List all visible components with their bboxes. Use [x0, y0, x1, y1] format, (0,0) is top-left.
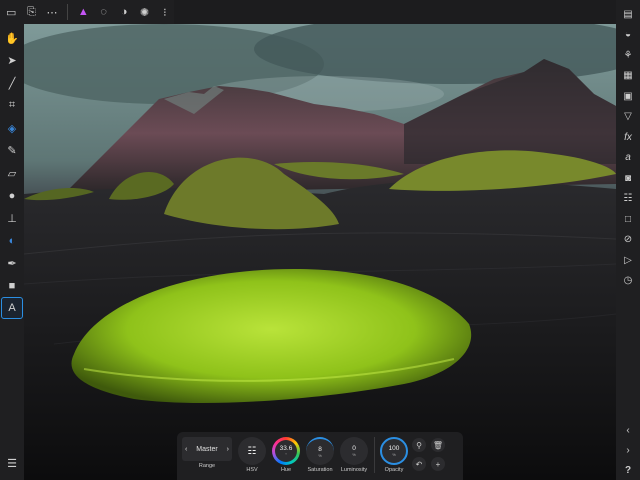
luminosity-value: 0: [352, 445, 356, 452]
pen-icon[interactable]: ✒: [2, 253, 22, 273]
blur-icon[interactable]: ●: [2, 186, 22, 206]
shape-icon[interactable]: ■: [2, 276, 22, 296]
square-icon[interactable]: □: [618, 209, 638, 229]
adjustments-icon[interactable]: ◒: [618, 25, 638, 45]
merge-icon[interactable]: ⚲: [412, 438, 426, 452]
trash-icon[interactable]: 🗑: [431, 438, 445, 452]
eyedropper-icon[interactable]: ╱: [2, 73, 22, 93]
landscape-photo: [24, 24, 616, 480]
opacity-dial[interactable]: 100 %: [380, 437, 408, 465]
crop-icon[interactable]: ⌗: [2, 96, 22, 116]
hue-control: 33.6 ° Hue: [272, 437, 300, 473]
hsv-button[interactable]: ☷: [238, 437, 266, 465]
add-icon[interactable]: +: [431, 457, 445, 471]
saturation-label: Saturation: [307, 467, 333, 473]
sliders-icon: ☷: [247, 445, 257, 457]
context-toolbar: ‹ Master › Range ☷ HSV 33.6 ° Hue 8 % Sa…: [177, 432, 463, 480]
persona-export-icon[interactable]: ⁝: [156, 2, 174, 22]
studio-panel: ▤ ◒ ⚘ ▦ ▣ ▽ fx a ◙ ☷ □ ⊘ ▷ ◷ ‹ › ?: [616, 0, 640, 480]
opacity-unit: %: [392, 452, 396, 457]
channels-icon[interactable]: ▦: [618, 66, 638, 86]
document-icon[interactable]: ▭: [2, 2, 20, 22]
fx-icon[interactable]: fx: [618, 127, 638, 147]
toolbar-divider: [374, 437, 375, 473]
opacity-label: Opacity: [384, 467, 404, 473]
hue-value: 33.6: [279, 445, 293, 452]
saturation-unit: %: [318, 453, 322, 458]
saturation-value: 8: [318, 446, 322, 453]
styles-icon[interactable]: a: [618, 148, 638, 168]
no-entry-icon[interactable]: ⊘: [618, 230, 638, 250]
paint-brush-icon[interactable]: ✎: [2, 141, 22, 161]
sliders-icon[interactable]: ☷: [618, 189, 638, 209]
dodge-icon[interactable]: ◐: [2, 231, 22, 251]
eraser-icon[interactable]: ▱: [2, 163, 22, 183]
chevron-right-icon[interactable]: ›: [227, 446, 229, 453]
toolbar-separator: [67, 4, 69, 20]
chevron-right-icon[interactable]: ›: [618, 440, 638, 460]
camera-icon[interactable]: ◙: [618, 168, 638, 188]
clone-icon[interactable]: ⊥: [2, 208, 22, 228]
more-icon[interactable]: ⋯: [43, 2, 61, 22]
text-icon[interactable]: A: [1, 297, 23, 319]
hsv-label: HSV: [246, 467, 258, 473]
range-value: Master: [196, 445, 218, 453]
range-label: Range: [198, 463, 216, 469]
history-icon[interactable]: ▽: [618, 107, 638, 127]
document-canvas[interactable]: [24, 24, 616, 480]
saturation-control: 8 % Saturation: [306, 437, 334, 473]
range-selector[interactable]: ‹ Master ›: [182, 437, 232, 461]
opacity-control: 100 % Opacity: [380, 437, 408, 473]
tools-panel: ✋ ➤ ╱ ⌗ ◈ ✎ ▱ ● ⊥ ◐ ✒ ■ A ☰: [0, 24, 24, 480]
action-buttons: ⚲ 🗑 ↶ +: [412, 438, 445, 471]
navigator-icon[interactable]: ▣: [618, 86, 638, 106]
hand-icon[interactable]: ✋: [2, 28, 22, 48]
tool-settings-icon[interactable]: ☰: [2, 454, 22, 474]
brushes-icon[interactable]: ⚘: [618, 45, 638, 65]
layers-icon[interactable]: ▤: [618, 4, 638, 24]
persona-liquify-icon[interactable]: ◌: [94, 2, 112, 22]
play-icon[interactable]: ▷: [618, 250, 638, 270]
hue-dial[interactable]: 33.6 °: [272, 437, 300, 465]
flood-fill-icon[interactable]: ◈: [2, 118, 22, 138]
hue-label: Hue: [280, 467, 292, 473]
saturation-dial[interactable]: 8 %: [306, 437, 334, 465]
hsv-control: ☷ HSV: [238, 437, 266, 473]
opacity-value: 100: [388, 445, 400, 452]
new-document-icon[interactable]: ⎘: [22, 2, 40, 22]
clock-icon[interactable]: ◷: [618, 271, 638, 291]
move-icon[interactable]: ➤: [2, 51, 22, 71]
persona-photo-icon[interactable]: ▲: [74, 2, 92, 22]
chevron-left-icon[interactable]: ‹: [185, 446, 187, 453]
luminosity-control: 0 % Luminosity: [340, 437, 368, 473]
luminosity-label: Luminosity: [340, 467, 368, 473]
luminosity-dial[interactable]: 0 %: [340, 437, 368, 465]
luminosity-unit: %: [352, 452, 356, 457]
persona-develop-icon[interactable]: ◑: [115, 2, 133, 22]
chevron-left-icon[interactable]: ‹: [618, 420, 638, 440]
hue-unit: °: [285, 452, 287, 457]
range-control: ‹ Master › Range: [182, 437, 232, 469]
top-toolbar: ▭ ⎘ ⋯ ▲ ◌ ◑ ✺ ⁝: [0, 0, 174, 24]
persona-tone-map-icon[interactable]: ✺: [135, 2, 153, 22]
undo-icon[interactable]: ↶: [412, 457, 426, 471]
help-button[interactable]: ?: [618, 460, 638, 480]
